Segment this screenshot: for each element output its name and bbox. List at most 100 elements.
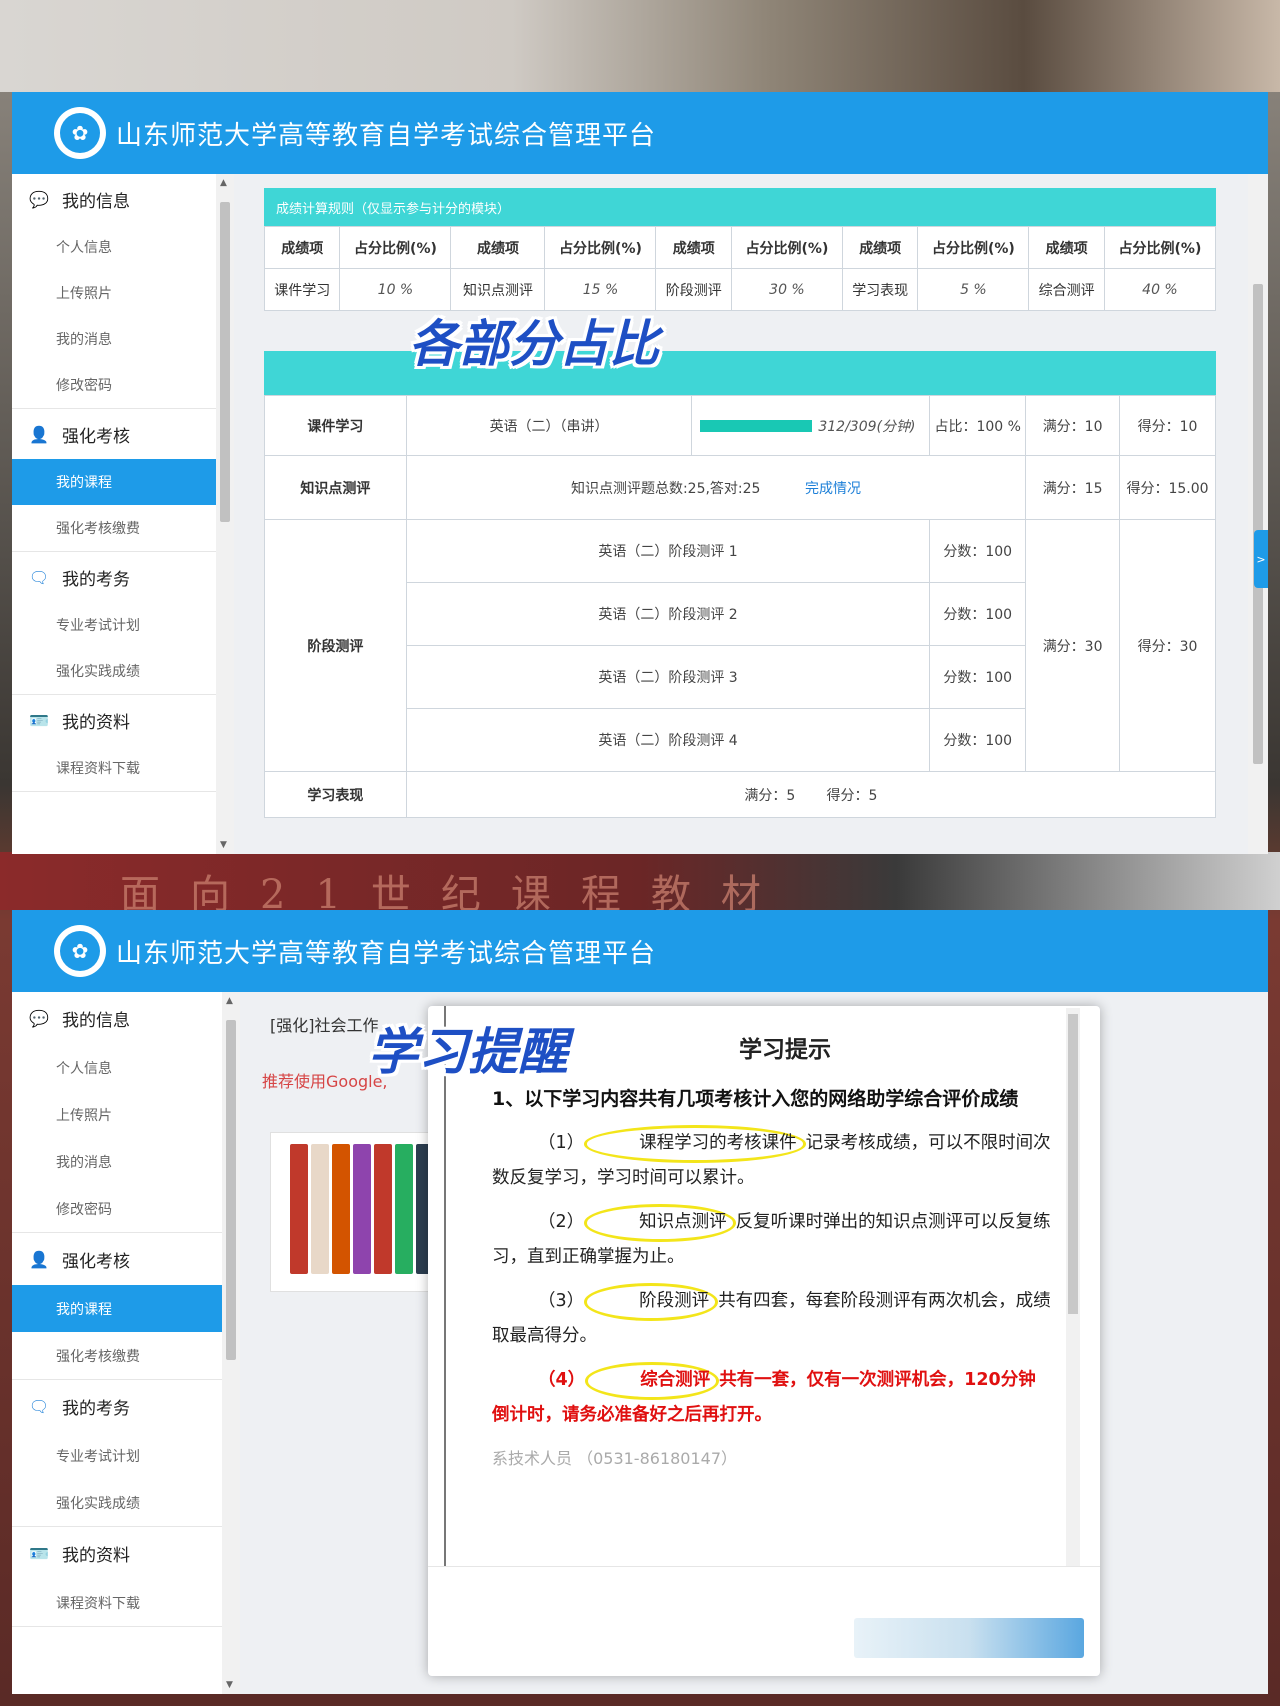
score-cell: 得分：30 — [1119, 519, 1216, 772]
scroll-up-icon[interactable]: ▲ — [220, 178, 227, 188]
site-header: ✿ 山东师范大学高等教育自学考试综合管理平台 — [12, 910, 1268, 992]
menu-group-my-info: 💬 我的信息 个人信息 上传照片 我的消息 修改密码 — [12, 174, 216, 409]
menu-head-my-info[interactable]: 💬 我的信息 — [12, 174, 216, 224]
sidebar: 💬 我的信息 个人信息 上传照片 我的消息 修改密码 👤 强化考核 我的课程 强化考… — [12, 992, 222, 1694]
sidebar-item-change-password[interactable]: 修改密码 — [12, 1185, 222, 1232]
rule-item-cell: 阶段测评 — [655, 268, 732, 311]
university-logo-icon: ✿ — [54, 925, 106, 977]
sidebar-item-change-password[interactable]: 修改密码 — [12, 362, 216, 408]
sidebar-item-exam-plan[interactable]: 专业考试计划 — [12, 1432, 222, 1479]
screenshot-study-tips: ✿ 山东师范大学高等教育自学考试综合管理平台 💬 我的信息 个人信息 上传照片 我… — [12, 910, 1268, 1694]
rule-header-row: 成绩项 占分比例(%) 成绩项 占分比例(%) 成绩项 占分比例(%) 成绩项 … — [263, 226, 1217, 269]
tip-contact-text: 系技术人员 （0531-86180147） — [492, 1449, 738, 1469]
menu-group-materials: 🪪 我的资料 课程资料下载 — [12, 695, 216, 792]
stage-test-score: 分数：100 — [929, 519, 1027, 583]
sidebar-item-assessment-payment[interactable]: 强化考核缴费 — [12, 505, 216, 551]
sidebar-item-my-messages[interactable]: 我的消息 — [12, 316, 216, 362]
rule-header-cell: 成绩项 — [841, 226, 919, 269]
site-title: 山东师范大学高等教育自学考试综合管理平台 — [116, 119, 657, 150]
progress-bar — [700, 419, 813, 432]
menu-head-label: 我的信息 — [62, 1010, 130, 1031]
modal-scroll-thumb[interactable] — [1068, 1014, 1078, 1314]
sidebar-scroll-thumb[interactable] — [220, 202, 230, 522]
modal-body: 学习提示 1、以下学习内容共有几项考核计入您的网络助学综合评价成绩 （1） 课程学… — [444, 1006, 1064, 1566]
menu-head-assessment[interactable]: 👤 强化考核 — [12, 409, 216, 459]
menu-head-my-info[interactable]: 💬 我的信息 — [12, 992, 222, 1044]
menu-head-label: 我的信息 — [62, 191, 130, 212]
course-name: 英语（二）（串讲） — [405, 395, 693, 456]
tip-highlight: 课程学习的考核课件 — [584, 1125, 806, 1163]
course-books-image — [290, 1144, 434, 1274]
rule-header-cell: 成绩项 — [655, 226, 732, 269]
scroll-down-icon[interactable]: ▼ — [226, 1680, 233, 1690]
study-tips-modal: 学习提示 1、以下学习内容共有几项考核计入您的网络助学综合评价成绩 （1） 课程学… — [428, 1006, 1100, 1676]
tip-highlight: 综合测评 — [585, 1362, 720, 1400]
menu-head-exam-affairs[interactable]: 🗨 我的考务 — [12, 552, 216, 602]
sidebar-scrollbar[interactable]: ▲ ▼ — [216, 174, 234, 854]
score: 得分：5 — [826, 787, 878, 804]
main-scroll-thumb[interactable] — [1253, 284, 1263, 764]
modal-scrollbar[interactable] — [1066, 1008, 1080, 1566]
chat-bubble-icon: 💬 — [29, 189, 49, 209]
rule-header-cell: 占分比例(%) — [730, 226, 843, 269]
main-scrollbar[interactable] — [1248, 174, 1268, 854]
knowledge-summary: 知识点测评题总数:25,答对:25 — [570, 480, 761, 497]
menu-head-exam-affairs[interactable]: 🗨 我的考务 — [12, 1380, 222, 1432]
sidebar-item-exam-plan[interactable]: 专业考试计划 — [12, 602, 216, 648]
id-card-icon: 🪪 — [29, 1543, 49, 1563]
sidebar-item-personal-info[interactable]: 个人信息 — [12, 224, 216, 270]
rule-item-cell: 综合测评 — [1028, 268, 1105, 311]
chat-bubble-icon: 💬 — [29, 1008, 49, 1028]
sidebar-scroll-thumb[interactable] — [226, 1020, 236, 1360]
university-logo-icon: ✿ — [54, 107, 106, 159]
rule-header-cell: 占分比例(%) — [544, 226, 657, 269]
menu-head-materials[interactable]: 🪪 我的资料 — [12, 695, 216, 745]
menu-head-label: 强化考核 — [62, 1251, 130, 1272]
stage-row: 阶段测评 英语（二）阶段测评 1 分数：100 满分：30 得分：30 — [264, 519, 1216, 772]
rule-header-cell: 占分比例(%) — [1103, 226, 1217, 269]
sidebar-item-upload-photo[interactable]: 上传照片 — [12, 1091, 222, 1138]
tip-item-4: （4） 综合测评 共有一套，仅有一次测评机会，120分钟倒计时，请务必准备好之后再打… — [492, 1362, 1052, 1431]
rule-header-cell: 成绩项 — [450, 226, 546, 269]
full-score-cell: 满分：15 — [1025, 455, 1121, 520]
performance-row: 学习表现 满分：5 得分：5 — [264, 771, 1217, 818]
completion-link[interactable]: 完成情况 — [805, 481, 861, 497]
rule-header-cell: 成绩项 — [1028, 226, 1105, 269]
sidebar-item-personal-info[interactable]: 个人信息 — [12, 1044, 222, 1091]
menu-head-assessment[interactable]: 👤 强化考核 — [12, 1233, 222, 1285]
sidebar-item-my-courses[interactable]: 我的课程 — [12, 1285, 222, 1332]
sidebar-item-my-messages[interactable]: 我的消息 — [12, 1138, 222, 1185]
sidebar-scrollbar[interactable]: ▲ ▼ — [222, 992, 240, 1694]
sidebar-item-practice-results[interactable]: 强化实践成绩 — [12, 648, 216, 694]
stage-test-name: 英语（二）阶段测评 4 — [405, 708, 931, 772]
sidebar-item-practice-results[interactable]: 强化实践成绩 — [12, 1479, 222, 1526]
expand-tab[interactable]: > — [1254, 530, 1268, 588]
rule-header-cell: 成绩项 — [263, 226, 341, 269]
stage-test-score: 分数：100 — [929, 582, 1027, 646]
confirm-button[interactable] — [854, 1618, 1084, 1658]
modal-footer — [428, 1566, 1100, 1676]
sidebar-item-assessment-payment[interactable]: 强化考核缴费 — [12, 1332, 222, 1379]
tip-item-2: （2） 知识点测评 反复听课时弹出的知识点测评可以反复练习，直到正确掌握为止。 — [492, 1204, 1052, 1273]
tip-prefix: （3） — [538, 1291, 585, 1312]
ratio-cell: 占比：100 % — [929, 395, 1027, 456]
menu-head-label: 强化考核 — [62, 426, 130, 447]
full-score: 满分：5 — [744, 787, 796, 804]
photo-background-top — [0, 0, 1280, 92]
menu-head-label: 我的考务 — [62, 569, 130, 590]
user-icon: 👤 — [29, 1249, 49, 1269]
menu-head-materials[interactable]: 🪪 我的资料 — [12, 1527, 222, 1579]
tip-prefix: （2） — [538, 1212, 585, 1233]
rule-value-row: 课件学习 10 % 知识点测评 15 % 阶段测评 30 % 学习表现 5 % … — [263, 268, 1217, 311]
rule-ratio-cell: 40 % — [1103, 268, 1217, 311]
courseware-row: 课件学习 英语（二）（串讲） 312/309(分钟) 占比：100 % 满分：1… — [264, 395, 1216, 456]
rule-ratio-cell: 30 % — [730, 268, 843, 311]
sidebar-item-materials-download[interactable]: 课程资料下载 — [12, 1579, 222, 1626]
sidebar-item-materials-download[interactable]: 课程资料下载 — [12, 745, 216, 791]
sidebar-item-upload-photo[interactable]: 上传照片 — [12, 270, 216, 316]
scroll-up-icon[interactable]: ▲ — [226, 996, 233, 1006]
sidebar-item-my-courses[interactable]: 我的课程 — [12, 459, 216, 505]
id-card-icon: 🪪 — [29, 710, 49, 730]
scroll-down-icon[interactable]: ▼ — [220, 840, 227, 850]
tip-highlight: 阶段测评 — [584, 1283, 719, 1321]
